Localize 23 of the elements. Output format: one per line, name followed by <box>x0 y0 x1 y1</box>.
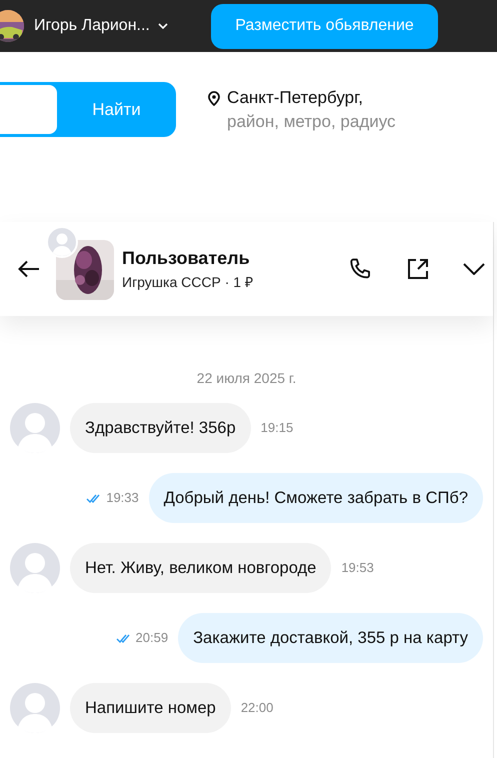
message-bubble: Закажите доставкой, 355 р на карту <box>178 613 483 663</box>
message-bubble: Добрый день! Сможете забрать в СПб? <box>148 473 483 523</box>
user-name[interactable]: Игорь Ларион... <box>34 14 150 38</box>
date-separator: 22 июля 2025 г. <box>196 369 298 388</box>
message-time: 19:33 <box>106 489 139 508</box>
message-time: 20:59 <box>136 629 168 648</box>
avatar-icon <box>10 683 60 733</box>
message-bubble: Напишите номер <box>70 683 231 733</box>
city-link[interactable]: Санкт-Петербург, <box>227 86 396 110</box>
message-time: 19:15 <box>260 419 294 438</box>
message-time: 22:00 <box>240 699 274 718</box>
message-bubble: Здравствуйте! 356р <box>70 403 251 453</box>
chat-title[interactable]: Пользователь <box>122 245 253 272</box>
external-link-icon[interactable] <box>406 257 430 281</box>
message-time: 19:53 <box>341 559 374 578</box>
message-bubble: Нет. Живу, великом новгороде <box>70 543 332 593</box>
avatar-icon <box>10 403 60 453</box>
location-pin-icon <box>208 91 220 106</box>
back-arrow-icon[interactable] <box>18 260 40 278</box>
listing-subtitle[interactable]: Игрушка СССР · 1 ₽ <box>122 272 253 293</box>
avatar-icon <box>10 543 60 593</box>
search-field[interactable] <box>0 85 57 134</box>
chevron-down-icon[interactable] <box>463 263 485 275</box>
